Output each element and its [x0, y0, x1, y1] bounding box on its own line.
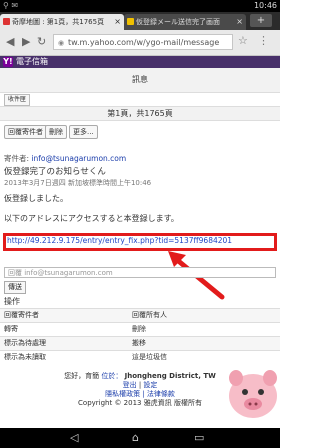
reload-icon[interactable]: ↻: [37, 35, 46, 48]
yahoo-favicon-icon: [3, 18, 10, 25]
tab-bar: 奇摩地圖 : 第1頁，共1765頁 × 仮登録メール送信完了画面 ×: [0, 12, 280, 30]
operations-table: 回覆寄件者 回覆所有人 轉寄 刪除 標示為待處理 搬移 標示為未讀取 這是垃圾信: [0, 308, 280, 364]
more-button[interactable]: 更多...: [69, 125, 98, 139]
flag-link[interactable]: 標示為待處理: [4, 337, 46, 350]
quick-reply-input[interactable]: 回覆 info@tsunagarumon.com: [4, 267, 276, 278]
bookmark-star-icon[interactable]: ☆: [238, 34, 248, 47]
url-text: tw.m.yahoo.com/w/ygo-mail/message: [68, 38, 220, 47]
tab-label: 奇摩地圖 : 第1頁，共1765頁: [12, 18, 105, 26]
tab-yahoo-mail[interactable]: 奇摩地圖 : 第1頁，共1765頁 ×: [0, 14, 124, 30]
yahoo-header: Y! 電子信箱: [0, 56, 280, 68]
recent-apps-icon[interactable]: ▭: [194, 431, 204, 444]
location-label[interactable]: 位於：: [101, 372, 122, 380]
location-text: Jhongheng District, TW: [124, 372, 216, 380]
header-title: 電子信箱: [16, 57, 48, 66]
tab-label: 仮登録メール送信完了画面: [136, 18, 220, 26]
page-favicon-icon: [127, 18, 134, 25]
home-nav-icon[interactable]: ⌂: [132, 431, 139, 444]
yahoo-logo[interactable]: Y!: [3, 57, 13, 67]
message-title: 訊息: [0, 68, 280, 93]
sender-label: 寄件者:: [4, 154, 30, 163]
reply-sender-link[interactable]: 回覆寄件者: [4, 309, 39, 322]
forward-link[interactable]: 轉寄: [4, 323, 18, 336]
reply-sender-button[interactable]: 回覆寄件者: [4, 125, 47, 139]
send-button[interactable]: 傳送: [4, 281, 26, 294]
spam-link[interactable]: 這是垃圾信: [132, 351, 167, 364]
pig-watermark-icon: [229, 370, 277, 418]
notification-icons: ⚲ ✉: [3, 1, 19, 10]
url-field[interactable]: ◉ tw.m.yahoo.com/w/ygo-mail/message: [53, 34, 233, 50]
move-link[interactable]: 搬移: [132, 337, 146, 350]
body-line-2: 以下のアドレスにアクセスすると本登録します。: [4, 214, 179, 223]
system-nav-bar: ◁ ⌂ ▭: [0, 428, 280, 448]
page-info-icon: ◉: [58, 39, 65, 47]
sender-email-link[interactable]: info@tsunagarumon.com: [31, 154, 126, 163]
sender: 寄件者: info@tsunagarumon.com: [4, 153, 126, 164]
operations-label: 操作: [4, 297, 20, 306]
back-nav-icon[interactable]: ◁: [70, 431, 78, 444]
close-tab-icon[interactable]: ×: [114, 14, 121, 30]
close-tab-icon[interactable]: ×: [236, 14, 243, 30]
registration-link[interactable]: http://49.212.9.175/entry/entry_fix.php?…: [7, 236, 232, 245]
inbox-button[interactable]: 收件匣: [4, 94, 31, 106]
table-row: 轉寄 刪除: [0, 322, 280, 336]
reply-all-link[interactable]: 回覆所有人: [132, 309, 167, 322]
forward-icon[interactable]: ▶: [22, 35, 30, 48]
pager: 第1頁，共1765頁: [0, 106, 280, 121]
table-row: 標示為未讀取 這是垃圾信: [0, 350, 280, 364]
back-icon[interactable]: ◀: [6, 35, 14, 48]
logout-link[interactable]: 登出: [123, 381, 137, 389]
mark-unread-link[interactable]: 標示為未讀取: [4, 351, 46, 364]
table-row: 回覆寄件者 回覆所有人: [0, 308, 280, 322]
tab-registration[interactable]: 仮登録メール送信完了画面 ×: [124, 14, 246, 30]
table-row: 標示為待處理 搬移: [0, 336, 280, 350]
body-line-1: 仮登録しました。: [4, 194, 68, 203]
menu-icon[interactable]: ⋮: [258, 34, 269, 47]
delete-link[interactable]: 刪除: [132, 323, 146, 336]
settings-link[interactable]: 設定: [143, 381, 157, 389]
message-subject: 仮登録完了のお知らせくん: [4, 167, 106, 177]
delete-button[interactable]: 刪除: [45, 125, 67, 139]
new-tab-button[interactable]: +: [250, 14, 272, 27]
status-time: 10:46: [253, 1, 277, 10]
status-bar: ⚲ ✉ 10:46: [0, 0, 280, 12]
message-date: 2013年3月7日週四 新加坡標準時間上午10:46: [4, 179, 152, 187]
greeting-text: 您好，育簡: [64, 372, 100, 380]
